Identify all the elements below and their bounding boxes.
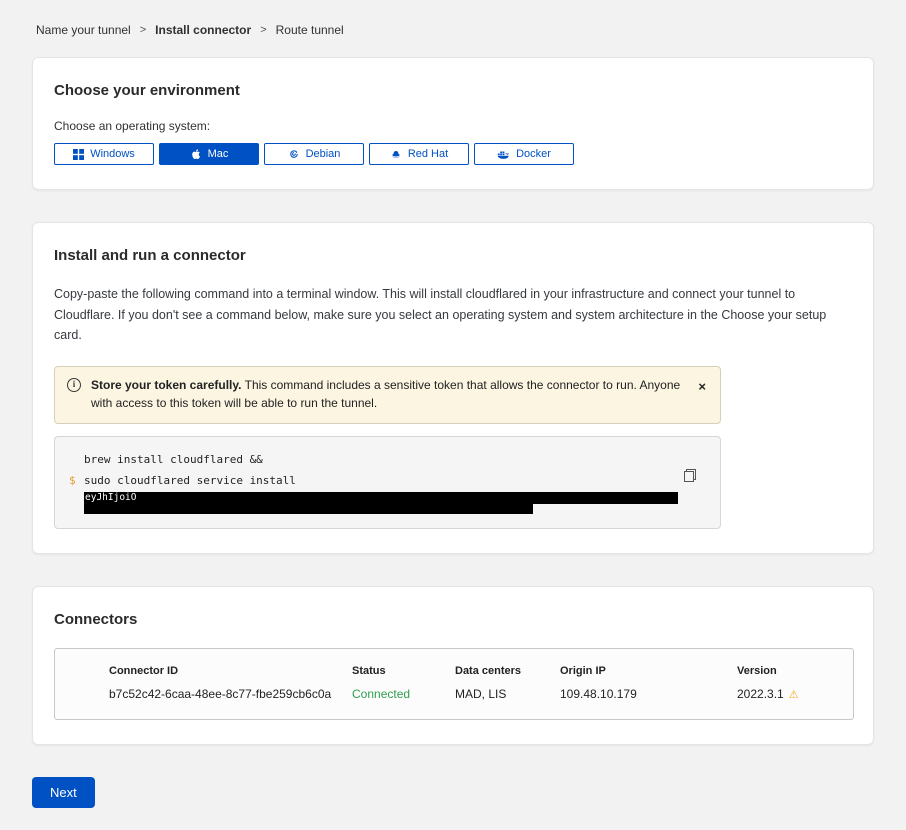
prompt-spacer — [69, 450, 84, 471]
table-header-version: Version — [737, 665, 843, 677]
os-select-label: Choose an operating system: — [54, 119, 852, 133]
close-icon[interactable]: × — [696, 380, 708, 393]
breadcrumb-step-install-connector[interactable]: Install connector — [155, 23, 251, 37]
code-line: $ sudo cloudflared service install — [69, 471, 680, 492]
status-badge: Connected — [352, 687, 455, 701]
code-line: brew install cloudflared && — [69, 450, 680, 471]
code-line2-text: sudo cloudflared service install — [84, 471, 296, 492]
shell-prompt: $ — [69, 471, 84, 492]
table-header-status: Status — [352, 665, 455, 677]
environment-card: Choose your environment Choose an operat… — [32, 57, 874, 190]
breadcrumb-separator: > — [260, 24, 266, 36]
connectors-table: Connector ID Status Data centers Origin … — [54, 648, 854, 720]
connector-id-value: b7c52c42-6caa-48ee-8c77-fbe259cb6c0a — [109, 687, 352, 701]
token-prefix-text: eyJhIjoiO — [85, 492, 136, 503]
os-button-redhat[interactable]: Red Hat — [369, 143, 469, 165]
debian-icon — [288, 148, 300, 160]
os-button-label: Windows — [90, 148, 135, 160]
redacted-token-bar — [84, 504, 533, 514]
os-button-label: Debian — [306, 148, 341, 160]
table-header-connector-id: Connector ID — [109, 665, 352, 677]
redacted-token-bar: eyJhIjoiO — [84, 492, 678, 504]
token-warning-text: Store your token carefully. This command… — [91, 376, 686, 413]
install-connector-card: Install and run a connector Copy-paste t… — [32, 222, 874, 554]
origin-ip-value: 109.48.10.179 — [560, 687, 737, 701]
os-button-docker[interactable]: Docker — [474, 143, 574, 165]
os-button-label: Red Hat — [408, 148, 448, 160]
table-header-origin-ip: Origin IP — [560, 665, 737, 677]
version-warning-icon: ⚠ — [789, 689, 799, 701]
breadcrumb: Name your tunnel > Install connector > R… — [32, 0, 874, 57]
install-card-description: Copy-paste the following command into a … — [54, 284, 852, 346]
os-button-label: Mac — [208, 148, 229, 160]
data-centers-value: MAD, LIS — [455, 687, 560, 701]
os-button-mac[interactable]: Mac — [159, 143, 259, 165]
os-button-debian[interactable]: Debian — [264, 143, 364, 165]
version-number: 2022.3.1 — [737, 687, 784, 701]
table-header-data-centers: Data centers — [455, 665, 560, 677]
info-icon: i — [67, 378, 81, 392]
breadcrumb-step-route-tunnel[interactable]: Route tunnel — [276, 23, 344, 37]
next-button[interactable]: Next — [32, 777, 95, 808]
connectors-card-title: Connectors — [54, 611, 852, 628]
install-command-codeblock: brew install cloudflared && $ sudo cloud… — [54, 436, 721, 529]
version-value: 2022.3.1 ⚠ — [737, 687, 843, 701]
breadcrumb-step-name-tunnel[interactable]: Name your tunnel — [36, 23, 131, 37]
table-header-row: Connector ID Status Data centers Origin … — [55, 665, 853, 677]
os-button-label: Docker — [516, 148, 551, 160]
page: Name your tunnel > Install connector > R… — [0, 0, 906, 830]
docker-icon — [497, 148, 510, 160]
code-line1-text: brew install cloudflared && — [84, 450, 263, 471]
token-warning-bold: Store your token carefully. — [91, 378, 242, 392]
redhat-icon — [390, 148, 402, 160]
os-button-group: Windows Mac Debian Red Hat — [54, 143, 852, 165]
breadcrumb-separator: > — [140, 24, 146, 36]
connectors-card: Connectors Connector ID Status Data cent… — [32, 586, 874, 745]
windows-icon — [73, 149, 84, 160]
apple-icon — [190, 148, 202, 160]
environment-card-title: Choose your environment — [54, 82, 852, 99]
os-button-windows[interactable]: Windows — [54, 143, 154, 165]
copy-icon[interactable] — [684, 469, 696, 482]
token-warning-banner: i Store your token carefully. This comma… — [54, 366, 721, 424]
table-row: b7c52c42-6caa-48ee-8c77-fbe259cb6c0a Con… — [55, 687, 853, 701]
install-card-title: Install and run a connector — [54, 247, 852, 264]
